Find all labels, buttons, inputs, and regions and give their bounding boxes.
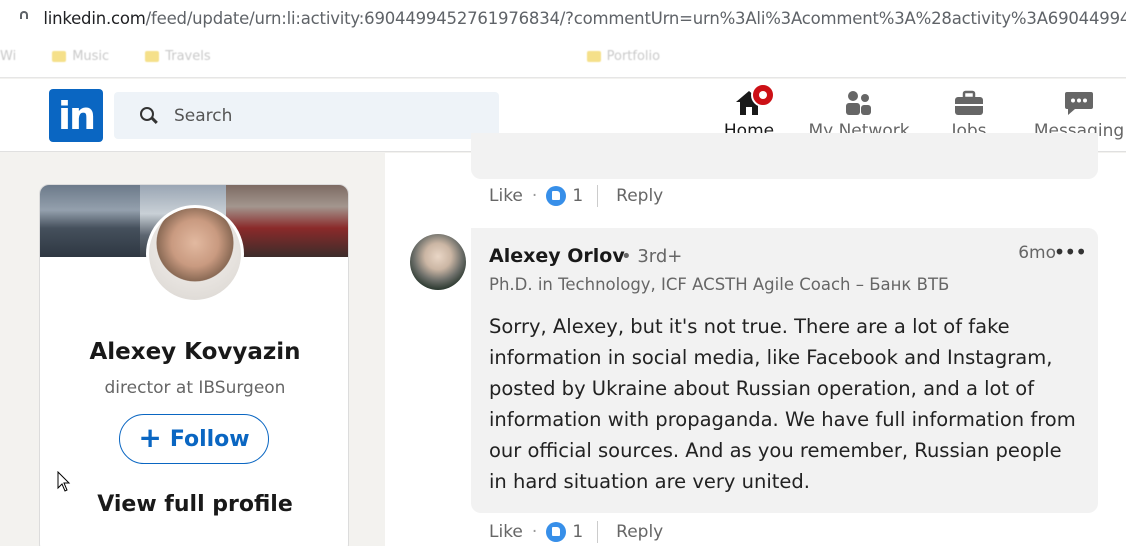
comments-section: Like · 1 Reply Alexey Orlov • 3rd+ Ph.D.…: [385, 133, 1126, 546]
bookmark-item[interactable]: Travels: [145, 49, 211, 64]
comment-actions: Like · 1 Reply: [489, 517, 663, 546]
search-icon: [140, 106, 158, 125]
comment-author[interactable]: Alexey Orlov: [489, 245, 625, 267]
author-headline: Ph.D. in Technology, ICF ACSTH Agile Coa…: [489, 275, 950, 294]
comment-timestamp: 6mo: [1018, 243, 1056, 263]
bookmarks-bar: Wi Music Travels Portfolio: [0, 36, 1126, 78]
bookmark-item[interactable]: Portfolio: [586, 49, 660, 64]
reply-button[interactable]: Reply: [616, 522, 663, 542]
separator-dot: ·: [531, 522, 538, 542]
linkedin-logo[interactable]: in: [49, 89, 103, 142]
profile-name[interactable]: Alexey Kovyazin: [40, 339, 348, 365]
bookmark-item[interactable]: Wi: [0, 49, 16, 64]
previous-comment-bubble: [471, 133, 1098, 179]
separator-dot: ·: [531, 186, 538, 206]
avatar[interactable]: [146, 205, 244, 303]
chat-icon: [1063, 89, 1095, 117]
left-sidebar: Alexey Kovyazin director at IBSurgeon + F…: [0, 153, 385, 546]
lock-icon: [18, 11, 30, 103]
url-text[interactable]: linkedin.com/feed/update/urn:li:activity…: [43, 9, 1126, 28]
commenter-avatar[interactable]: [410, 234, 466, 290]
browser-address-bar[interactable]: linkedin.com/feed/update/urn:li:activity…: [0, 0, 1126, 103]
profile-headline: director at IBSurgeon: [104, 378, 286, 398]
folder-icon: [586, 51, 601, 62]
comment-text: Sorry, Alexey, but it's not true. There …: [489, 315, 1076, 493]
like-count[interactable]: 1: [572, 186, 583, 206]
follow-button[interactable]: + Follow: [119, 414, 269, 464]
divider: [597, 185, 599, 207]
folder-icon: [145, 51, 160, 62]
like-button[interactable]: Like: [489, 186, 523, 206]
search-input[interactable]: [174, 105, 474, 126]
folder-icon: [52, 51, 67, 62]
like-count[interactable]: 1: [572, 522, 583, 542]
home-icon: [733, 83, 775, 117]
briefcase-icon: [953, 89, 985, 117]
profile-card: Alexey Kovyazin director at IBSurgeon + F…: [39, 184, 349, 546]
search-bar[interactable]: [114, 92, 499, 139]
comment-actions: Like · 1 Reply: [489, 181, 663, 211]
divider: [597, 521, 599, 543]
view-full-profile-link[interactable]: View full profile: [40, 492, 348, 517]
people-icon: [843, 89, 875, 117]
reply-button[interactable]: Reply: [616, 186, 663, 206]
like-reaction-icon[interactable]: [546, 186, 567, 206]
more-options-icon[interactable]: •••: [1054, 240, 1087, 264]
notification-badge: [751, 83, 775, 107]
plus-icon: +: [138, 420, 162, 454]
like-reaction-icon[interactable]: [546, 522, 567, 542]
bookmark-item[interactable]: Music: [52, 49, 109, 64]
mouse-cursor-icon: [57, 471, 71, 492]
connection-degree: • 3rd+: [621, 246, 683, 267]
like-button[interactable]: Like: [489, 522, 523, 542]
comment-bubble: Alexey Orlov • 3rd+ Ph.D. in Technology,…: [471, 228, 1098, 513]
